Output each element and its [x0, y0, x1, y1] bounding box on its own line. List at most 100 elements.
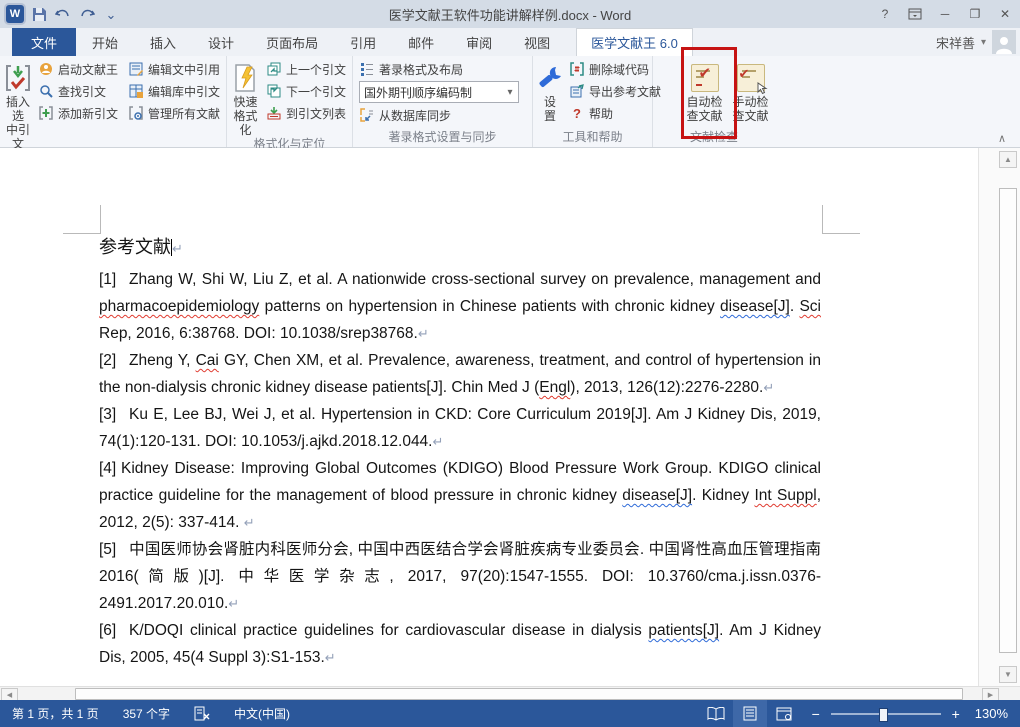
group-tools-help: 设 置 删除域代码 导出参考文献 ? 帮助	[533, 56, 653, 147]
zoom-level[interactable]: 130%	[971, 706, 1020, 721]
group-label-style-sync: 著录格式设置与同步	[353, 130, 532, 147]
reference-number: [1]	[99, 266, 129, 293]
close-button[interactable]: ✕	[990, 0, 1020, 28]
word-count[interactable]: 357 个字	[111, 700, 182, 727]
insert-selected-citation-button[interactable]: 插入选 中引文	[3, 58, 33, 151]
tab-design[interactable]: 设计	[192, 28, 250, 56]
goto-citation-list-button[interactable]: 到引文列表	[263, 102, 349, 124]
proofing-status-icon[interactable]	[182, 700, 222, 727]
tab-insert[interactable]: 插入	[134, 28, 192, 56]
vertical-scrollbar[interactable]: ▲ ▼	[978, 148, 1020, 686]
user-account-area[interactable]: 宋祥善 ▾	[936, 28, 1020, 56]
manage-all-references-label: 管理所有文献	[148, 105, 220, 122]
delete-field-codes-button[interactable]: 删除域代码	[566, 58, 664, 80]
help-button[interactable]: ?	[870, 0, 900, 28]
next-citation-button[interactable]: 下一个引文	[263, 80, 349, 102]
vertical-scroll-thumb[interactable]	[999, 188, 1017, 653]
zoom-in-button[interactable]: +	[949, 706, 963, 722]
print-layout-button[interactable]	[733, 700, 767, 727]
edit-intext-icon	[128, 61, 144, 77]
export-references-label: 导出参考文献	[589, 83, 661, 100]
help-label: 帮助	[589, 105, 613, 122]
user-name: 宋祥善	[936, 33, 975, 52]
qat-customize-icon[interactable]: ⌄	[102, 5, 120, 23]
tab-review[interactable]: 审阅	[450, 28, 508, 56]
manage-all-references-button[interactable]: 管理所有文献	[125, 102, 223, 124]
citation-style-dropdown[interactable]: 国外期刊顺序编码制 ▾	[359, 81, 519, 103]
launch-refking-button[interactable]: 启动文献王	[35, 58, 121, 80]
insert-citation-icon	[3, 61, 33, 95]
scroll-right-icon: ▶	[988, 691, 993, 699]
reference-number: [3]	[99, 401, 129, 428]
document-canvas[interactable]: 参考文献↵ [1]Zhang W, Shi W, Liu Z, et al. A…	[0, 148, 978, 686]
tab-view[interactable]: 视图	[508, 28, 566, 56]
save-icon[interactable]	[30, 5, 48, 23]
scroll-up-button[interactable]: ▲	[999, 151, 1017, 168]
user-dropdown-icon[interactable]: ▾	[981, 37, 986, 48]
web-layout-button[interactable]	[767, 700, 801, 727]
page-indicator[interactable]: 第 1 页，共 1 页	[0, 700, 111, 727]
horizontal-scroll-thumb[interactable]	[75, 688, 963, 700]
zoom-slider[interactable]: − +	[801, 706, 971, 722]
reference-number: [5]	[99, 536, 129, 563]
margin-corner-mark-right	[822, 205, 860, 234]
search-icon	[38, 83, 54, 99]
ribbon-display-options-button[interactable]	[900, 0, 930, 28]
settings-button[interactable]: 设 置	[536, 58, 564, 123]
auto-check-label-2: 查文献	[686, 109, 722, 123]
edit-intext-citation-label: 编辑文中引用	[148, 61, 220, 78]
document-text: 参考文献↵ [1]Zhang W, Shi W, Liu Z, et al. A…	[99, 232, 821, 671]
user-avatar[interactable]	[992, 30, 1016, 54]
tab-page-layout[interactable]: 页面布局	[250, 28, 334, 56]
quick-access-toolbar: W ⌄	[0, 5, 120, 23]
paragraph-mark-icon: ↵	[172, 241, 183, 256]
redo-icon[interactable]	[78, 5, 96, 23]
undo-icon[interactable]	[54, 5, 72, 23]
quick-format-icon	[231, 61, 259, 95]
edit-intext-citation-button[interactable]: 编辑文中引用	[125, 58, 223, 80]
zoom-slider-track[interactable]	[831, 713, 941, 715]
zoom-out-button[interactable]: −	[809, 706, 823, 722]
manual-check-icon: ✔	[737, 61, 765, 95]
maximize-button[interactable]: ❐	[960, 0, 990, 28]
zoom-slider-thumb[interactable]	[879, 708, 888, 722]
tab-mailings[interactable]: 邮件	[392, 28, 450, 56]
insert-citation-label-2: 中引文	[3, 123, 33, 151]
read-mode-button[interactable]	[699, 700, 733, 727]
minimize-button[interactable]: ─	[930, 0, 960, 28]
horizontal-scrollbar[interactable]: ◀ ▶	[0, 686, 1020, 700]
style-and-layout-button[interactable]: 著录格式及布局	[356, 58, 529, 80]
collapse-ribbon-icon[interactable]: ∧	[998, 132, 1006, 145]
previous-citation-label: 上一个引文	[286, 61, 346, 78]
tab-medref-king[interactable]: 医学文献王 6.0	[576, 28, 693, 56]
sync-from-database-button[interactable]: 从数据库同步	[356, 104, 529, 126]
ribbon-tab-row: 文件 开始 插入 设计 页面布局 引用 邮件 审阅 视图 医学文献王 6.0 宋…	[0, 28, 1020, 56]
manual-check-label-1: 手动检	[732, 95, 768, 109]
auto-check-references-button[interactable]: ✔ 自动检 查文献	[683, 58, 726, 123]
language-indicator[interactable]: 中文(中国)	[222, 700, 302, 727]
word-window: { "titlebar": { "title": "医学文献王软件功能讲解样例.…	[0, 0, 1020, 727]
export-references-button[interactable]: 导出参考文献	[566, 80, 664, 102]
scroll-down-button[interactable]: ▼	[999, 666, 1017, 683]
group-label-tools-help: 工具和帮助	[533, 130, 652, 147]
delete-field-codes-icon	[569, 61, 585, 77]
previous-citation-button[interactable]: 上一个引文	[263, 58, 349, 80]
word-app-icon[interactable]: W	[6, 5, 24, 23]
manual-check-references-button[interactable]: ✔ 手动检 查文献	[729, 58, 772, 123]
reference-item-1: [1]Zhang W, Shi W, Liu Z, et al. A natio…	[99, 266, 821, 347]
scroll-down-icon: ▼	[1004, 670, 1012, 679]
tab-home[interactable]: 开始	[76, 28, 134, 56]
group-reference-check: ✔ 自动检 查文献 ✔ 手动检	[653, 56, 775, 147]
edit-library-citation-button[interactable]: 编辑库中引文	[125, 80, 223, 102]
add-new-citation-button[interactable]: 添加新引文	[35, 102, 121, 124]
find-citation-button[interactable]: 查找引文	[35, 80, 121, 102]
help-button-ribbon[interactable]: ? 帮助	[566, 102, 664, 124]
citation-style-dropdown-icon[interactable]: ▾	[502, 87, 518, 98]
tab-file[interactable]: 文件	[12, 28, 76, 56]
tab-references[interactable]: 引用	[334, 28, 392, 56]
quick-format-button[interactable]: 快速 格式化	[230, 58, 261, 137]
window-controls: ? ─ ❐ ✕	[870, 0, 1020, 28]
auto-check-label-1: 自动检	[686, 95, 722, 109]
manage-references-icon	[128, 105, 144, 121]
insert-citation-label-1: 插入选	[3, 95, 33, 123]
